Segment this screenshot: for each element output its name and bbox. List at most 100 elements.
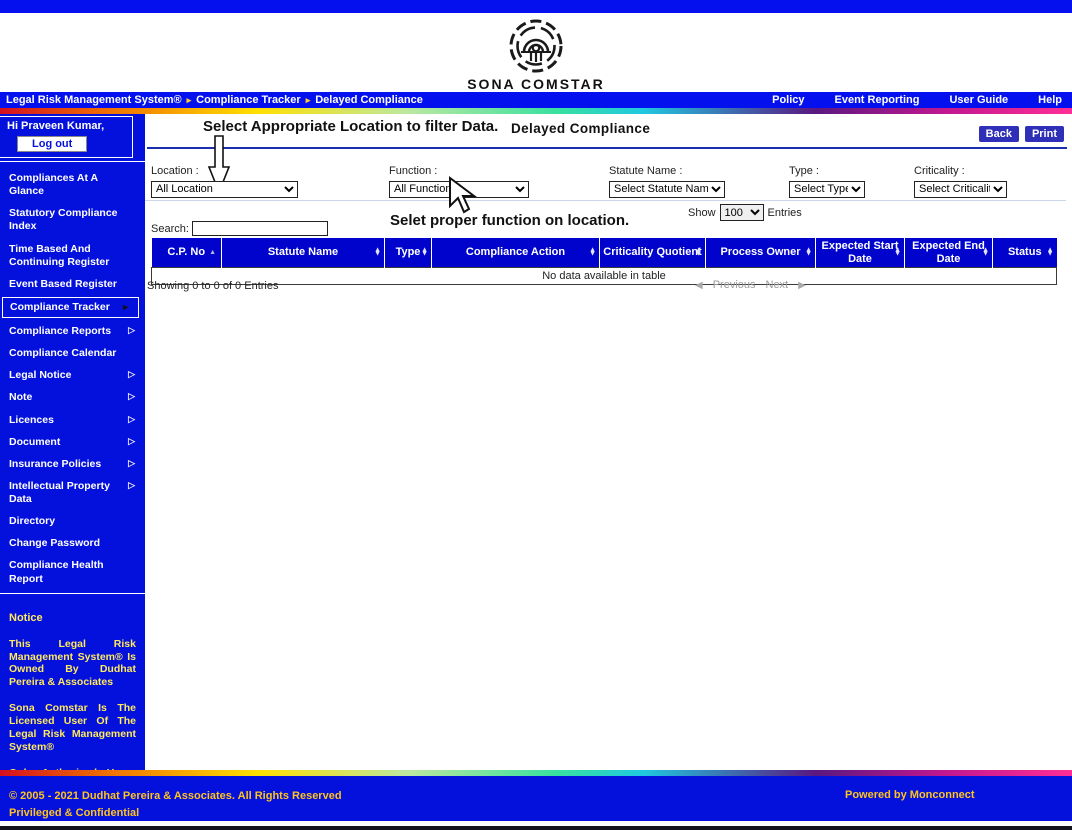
sidebar-item-compliance-tracker[interactable]: Compliance Tracker ► bbox=[2, 296, 139, 318]
filter-criticality: Criticality : Select Criticality bbox=[914, 165, 1007, 198]
sona-comstar-logo: SONA COMSTAR bbox=[466, 17, 606, 92]
logout-button[interactable]: Log out bbox=[17, 136, 88, 152]
column-header-statute-name[interactable]: Statute Name ▲ ▼ bbox=[221, 238, 385, 268]
sort-icon: ▲ ▼ bbox=[1046, 246, 1054, 258]
next-arrow-icon[interactable]: ▶ bbox=[798, 280, 806, 291]
sidebar-item-label: Time Based And Continuing Register bbox=[9, 242, 110, 268]
sidebar-item-compliance-reports[interactable]: Compliance Reports ▷ bbox=[0, 321, 145, 342]
column-header-process-owner[interactable]: Process Owner ▲ ▼ bbox=[705, 238, 816, 268]
search-input[interactable] bbox=[191, 221, 328, 236]
type-label: Type : bbox=[789, 165, 819, 177]
sidebar-item-licences[interactable]: Licences ▷ bbox=[0, 410, 145, 431]
column-header-type[interactable]: Type ▲ ▼ bbox=[384, 238, 432, 268]
annotation-select-location: Select Appropriate Location to filter Da… bbox=[203, 118, 499, 135]
submenu-arrow-icon: ▷ bbox=[128, 479, 135, 490]
sort-icon: ▲ ▼ bbox=[805, 246, 812, 258]
sidebar-item-time-based-register[interactable]: Time Based And Continuing Register bbox=[0, 239, 145, 273]
sidebar-item-change-password[interactable]: Change Password bbox=[0, 533, 145, 554]
sort-icon: ▲ ▼ bbox=[421, 246, 428, 258]
location-label: Location : bbox=[151, 165, 199, 177]
breadcrumb-item-compliance-tracker[interactable]: Compliance Tracker bbox=[196, 94, 301, 106]
column-label: C.P. No bbox=[167, 246, 206, 259]
sona-comstar-logo-icon bbox=[509, 19, 563, 73]
show-label: Show bbox=[688, 206, 716, 219]
filter-divider bbox=[145, 200, 1066, 201]
statute-name-select[interactable]: Select Statute Name bbox=[609, 180, 725, 198]
sidebar-item-label: Licences bbox=[9, 413, 54, 426]
action-buttons: Back Print bbox=[978, 126, 1064, 142]
breadcrumb: Legal Risk Management System® ▸ Complian… bbox=[6, 94, 423, 106]
sidebar-item-intellectual-property-data[interactable]: Intellectual Property Data ▷ bbox=[0, 476, 145, 510]
table-header-row: C.P. No ▲ Statute Name ▲ ▼ Type ▲ ▼ Complianc… bbox=[151, 238, 1057, 268]
sidebar-item-label: Intellectual Property Data bbox=[9, 479, 110, 505]
sidebar-item-directory[interactable]: Directory bbox=[0, 511, 145, 532]
column-header-cp-no[interactable]: C.P. No ▲ bbox=[151, 238, 222, 268]
notice-paragraph: This Legal Risk Management System® Is Ow… bbox=[9, 637, 136, 689]
type-select[interactable]: Select Type bbox=[789, 180, 865, 198]
sidebar-item-event-based-register[interactable]: Event Based Register bbox=[0, 274, 145, 295]
sort-icon: ▲ ▼ bbox=[982, 246, 989, 258]
user-greeting: Hi Praveen Kumar, bbox=[7, 120, 105, 132]
next-button[interactable]: Next bbox=[766, 279, 789, 291]
pagination: ◀ Previous Next ▶ bbox=[695, 279, 806, 291]
nav-link-user-guide[interactable]: User Guide bbox=[949, 94, 1008, 106]
location-select[interactable]: All Location bbox=[151, 180, 298, 198]
column-header-criticality-quotient[interactable]: Criticality Quotient ▲ ▼ bbox=[599, 238, 706, 268]
column-label: Process Owner bbox=[720, 246, 801, 259]
entries-select[interactable]: 100 bbox=[719, 204, 764, 221]
column-header-expected-end-date[interactable]: Expected End Date ▲ ▼ bbox=[904, 238, 993, 268]
title-divider bbox=[147, 147, 1067, 149]
breadcrumb-item-system[interactable]: Legal Risk Management System® bbox=[6, 94, 182, 106]
back-button[interactable]: Back bbox=[978, 126, 1019, 142]
nav-link-help[interactable]: Help bbox=[1038, 94, 1062, 106]
breadcrumb-item-delayed-compliance: Delayed Compliance bbox=[315, 94, 423, 106]
column-header-status[interactable]: Status ▲ ▼ bbox=[992, 238, 1057, 268]
brand-text: SONA COMSTAR bbox=[467, 76, 605, 92]
main-content: Select Appropriate Location to filter Da… bbox=[145, 114, 1072, 770]
sidebar-item-document[interactable]: Document ▷ bbox=[0, 432, 145, 453]
show-entries: Show 100 Entries bbox=[688, 204, 802, 221]
search-label: Search: bbox=[151, 222, 189, 235]
column-label: Statute Name bbox=[267, 246, 339, 259]
notice-paragraph: Sona Comstar Is The Licensed User Of The… bbox=[9, 702, 136, 753]
sort-icon: ▲ ▼ bbox=[374, 246, 381, 258]
empty-row: No data available in table bbox=[151, 267, 1057, 286]
breadcrumb-separator-icon: ▸ bbox=[186, 94, 192, 105]
submenu-arrow-icon: ▷ bbox=[128, 435, 135, 446]
search-row: Search: bbox=[151, 221, 328, 236]
entries-label: Entries bbox=[767, 206, 802, 219]
notice-heading: Notice bbox=[9, 611, 43, 624]
sidebar-item-compliance-calendar[interactable]: Compliance Calendar bbox=[0, 343, 145, 364]
criticality-select[interactable]: Select Criticality bbox=[914, 180, 1007, 198]
sidebar-item-compliance-health-report[interactable]: Compliance Health Report bbox=[0, 555, 145, 589]
sidebar-item-note[interactable]: Note ▷ bbox=[0, 387, 145, 408]
annotation-select-function: Selet proper function on location. bbox=[390, 212, 630, 229]
submenu-arrow-icon: ▷ bbox=[128, 369, 135, 380]
column-label: Criticality Quotient bbox=[603, 246, 702, 259]
nav-link-policy[interactable]: Policy bbox=[772, 94, 804, 106]
previous-button[interactable]: Previous bbox=[713, 279, 756, 291]
sidebar-item-label: Compliances At A Glance bbox=[9, 172, 98, 198]
submenu-arrow-icon: ▷ bbox=[128, 391, 135, 402]
nav-link-event-reporting[interactable]: Event Reporting bbox=[835, 94, 920, 106]
entries-summary: Showing 0 to 0 of 0 Entries bbox=[147, 280, 279, 292]
sidebar-item-label: Compliance Calendar bbox=[9, 347, 117, 360]
submenu-arrow-icon: ▷ bbox=[128, 457, 135, 468]
submenu-arrow-icon: ▷ bbox=[128, 325, 135, 335]
statute-name-label: Statute Name : bbox=[609, 165, 683, 177]
sidebar-item-label: Compliance Reports bbox=[9, 325, 112, 337]
sidebar-item-legal-notice[interactable]: Legal Notice ▷ bbox=[0, 365, 145, 386]
sidebar-item-compliances-at-a-glance[interactable]: Compliances At A Glance bbox=[0, 168, 145, 202]
filter-location: Location : All Location bbox=[151, 165, 298, 198]
sidebar-item-insurance-policies[interactable]: Insurance Policies ▷ bbox=[0, 454, 145, 475]
logo-band: SONA COMSTAR bbox=[0, 13, 1072, 92]
sidebar-item-label: Insurance Policies bbox=[9, 457, 102, 470]
column-header-compliance-action[interactable]: Compliance Action ▲ ▼ bbox=[431, 238, 600, 268]
sidebar-item-statutory-compliance-index[interactable]: Statutory Compliance Index bbox=[0, 203, 145, 237]
previous-arrow-icon[interactable]: ◀ bbox=[695, 280, 703, 291]
page: SONA COMSTAR Legal Risk Management Syste… bbox=[0, 0, 1072, 830]
sidebar-item-label: Statutory Compliance Index bbox=[9, 207, 118, 233]
column-header-expected-start-date[interactable]: Expected Start Date ▲ ▼ bbox=[815, 238, 905, 268]
print-button[interactable]: Print bbox=[1024, 126, 1064, 142]
top-nav-links: Policy Event Reporting User Guide Help bbox=[772, 94, 1062, 106]
